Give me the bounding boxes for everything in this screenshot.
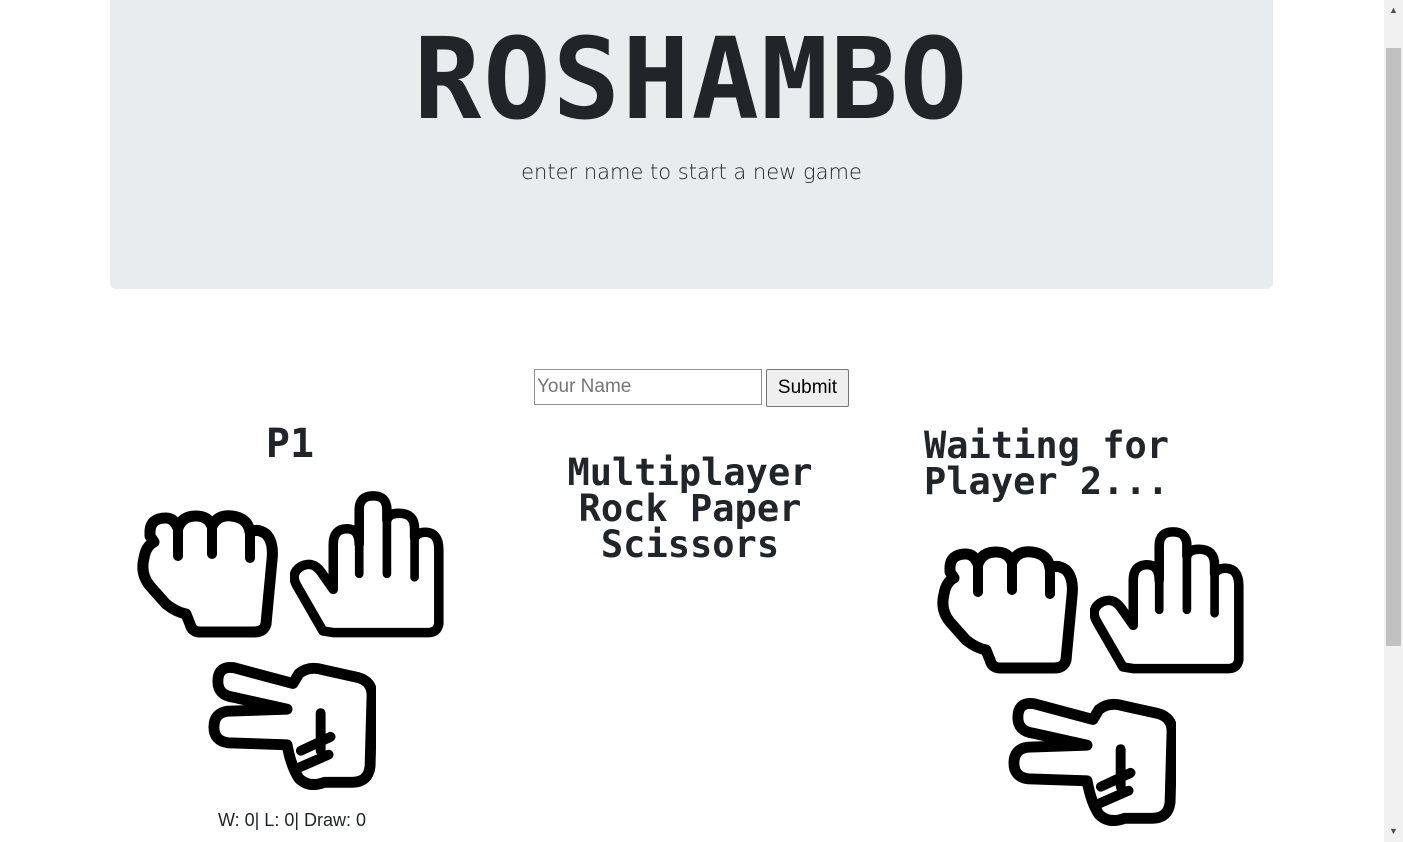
header-jumbotron: ROSHAMBO enter name to start a new game [110,0,1273,289]
p2-scissors-icon [1008,690,1176,832]
scroll-up-arrow-icon[interactable]: ▲ [1384,2,1403,19]
game-description-line2: Rock Paper [578,487,802,530]
player1-record: W: 0| L: 0| Draw: 0 [217,810,367,830]
scrollbar-thumb[interactable] [1386,48,1401,646]
name-input[interactable] [534,369,762,405]
player1-title: P1 [265,421,315,467]
p1-scissors-icon[interactable] [208,654,376,796]
p2-rock-icon [936,542,1082,674]
player2-status-line2: Player 2... [924,460,1170,503]
p2-paper-icon [1090,520,1244,684]
app-title: ROSHAMBO [413,15,970,145]
submit-button[interactable]: Submit [766,369,849,407]
page: ROSHAMBO enter name to start a new game … [0,0,1384,842]
scroll-down-arrow-icon[interactable]: ▼ [1384,823,1403,840]
game-description-line3: Scissors [600,523,780,566]
vertical-scrollbar[interactable]: ▲ ▼ [1384,0,1403,842]
player2-status: Waiting for Player 2... [924,424,1264,503]
p1-paper-icon[interactable] [290,484,444,648]
player2-status-line1: Waiting for [924,424,1170,467]
app-subtitle: enter name to start a new game [521,160,862,184]
game-description-line1: Multiplayer [567,451,813,494]
p1-rock-icon[interactable] [136,506,282,638]
game-description: Multiplayer Rock Paper Scissors [490,451,890,566]
